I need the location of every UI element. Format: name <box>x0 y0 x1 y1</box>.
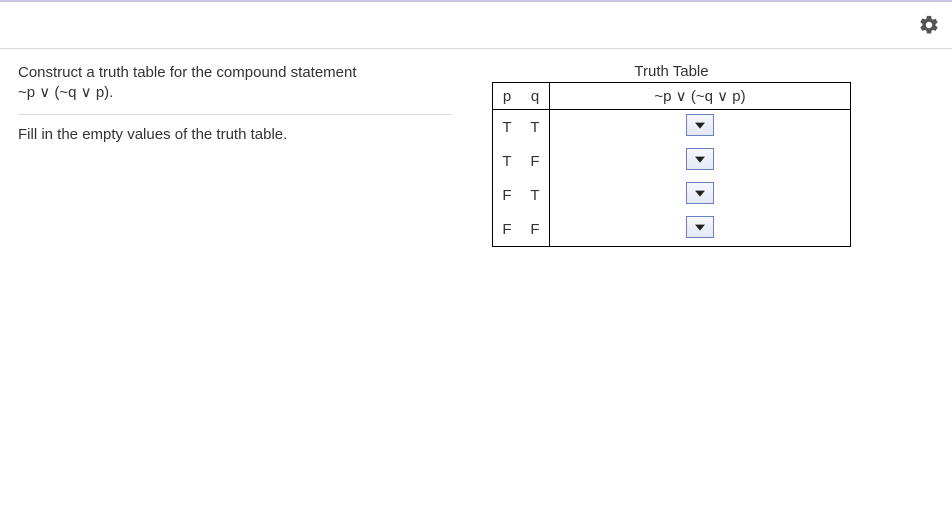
table-row: T F <box>493 144 851 178</box>
cell-p: T <box>493 144 522 178</box>
truth-table: p q ~p ∨ (~q ∨ p) T T T F F T <box>492 82 851 247</box>
instructions-panel: Construct a truth table for the compound… <box>0 63 470 247</box>
result-dropdown[interactable] <box>686 216 714 238</box>
top-toolbar <box>0 0 952 49</box>
result-dropdown[interactable] <box>686 114 714 136</box>
cell-q: F <box>521 212 550 247</box>
content-area: Construct a truth table for the compound… <box>0 49 952 247</box>
cell-q: T <box>521 178 550 212</box>
header-q: q <box>521 83 550 110</box>
instruction-text-1: Construct a truth table for the compound… <box>18 63 452 83</box>
header-expression: ~p ∨ (~q ∨ p) <box>550 83 851 110</box>
gear-icon[interactable] <box>918 14 940 36</box>
table-row: F F <box>493 212 851 247</box>
result-dropdown[interactable] <box>686 148 714 170</box>
header-p: p <box>493 83 522 110</box>
cell-p: F <box>493 212 522 247</box>
truth-table-panel: Truth Table p q ~p ∨ (~q ∨ p) T T T F <box>470 63 851 247</box>
cell-result <box>550 212 851 247</box>
instruction-text-2: Fill in the empty values of the truth ta… <box>18 125 452 145</box>
truth-table-title: Truth Table <box>492 63 851 80</box>
table-row: T T <box>493 110 851 145</box>
cell-result <box>550 178 851 212</box>
cell-q: T <box>521 110 550 145</box>
cell-p: T <box>493 110 522 145</box>
result-dropdown[interactable] <box>686 182 714 204</box>
cell-result <box>550 144 851 178</box>
instruction-divider <box>18 114 452 115</box>
table-row: F T <box>493 178 851 212</box>
compound-expression: ~p ∨ (~q ∨ p). <box>18 83 452 103</box>
cell-q: F <box>521 144 550 178</box>
cell-p: F <box>493 178 522 212</box>
cell-result <box>550 110 851 145</box>
